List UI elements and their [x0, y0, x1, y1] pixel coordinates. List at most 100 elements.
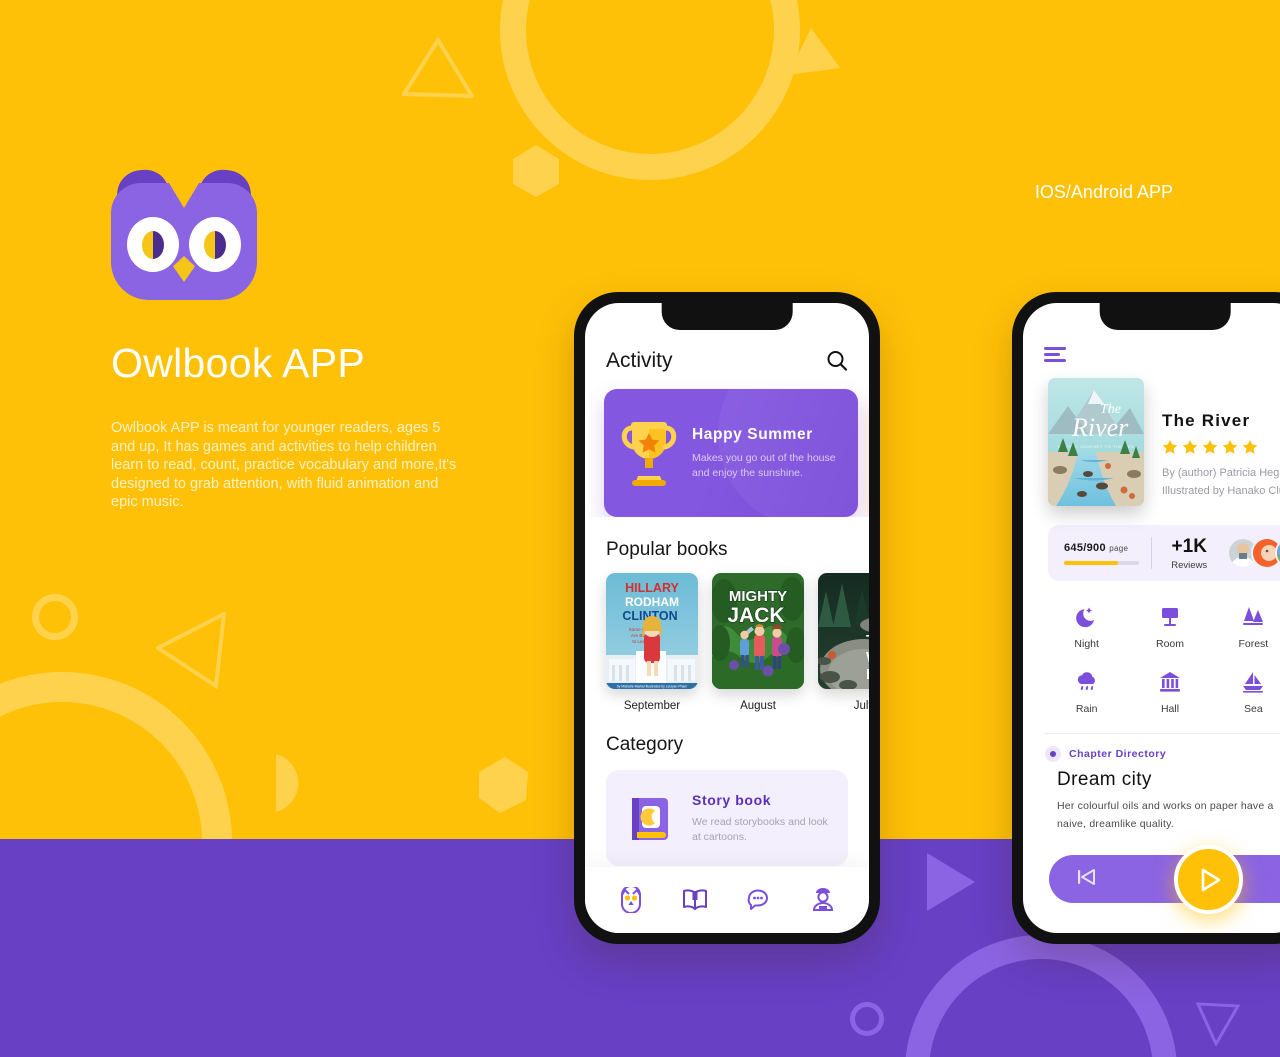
svg-text:THE: THE [866, 632, 869, 649]
poster-canvas: Owlbook APP Owlbook APP is meant for you… [0, 0, 1280, 1057]
open-book-icon[interactable] [682, 887, 708, 913]
deco-small-ring-purple [850, 1002, 884, 1036]
chapter-directory-label: Chapter Directory [1069, 748, 1167, 760]
mood-hall[interactable]: Hall [1128, 668, 1211, 715]
page-title: Owlbook APP [111, 340, 365, 386]
mood-label: Forest [1238, 638, 1269, 650]
book-cover-hillary[interactable]: HILLARY RODHAM CLINTON Some Girls Are Bo… [606, 573, 698, 689]
deco-triangle-outline-left [154, 610, 227, 690]
owl-icon[interactable] [618, 885, 644, 914]
mood-label: Night [1074, 638, 1099, 650]
search-icon[interactable] [826, 350, 848, 372]
deco-half-disc-top [700, 136, 746, 174]
book-illustrator: Illustrated by Hanako Clul [1162, 485, 1280, 497]
phone1-notch [661, 303, 793, 330]
mood-rain[interactable]: Rain [1045, 668, 1128, 715]
user-icon[interactable] [810, 887, 836, 913]
moon-icon [1045, 603, 1128, 631]
play-icon [1201, 868, 1220, 891]
phone2-screen: The River AN EPIC JOURNEY TO THE SEA The… [1023, 303, 1280, 933]
mood-label: Sea [1243, 703, 1263, 715]
activity-banner-carousel[interactable]: Happy Summer Makes you go out of the hou… [585, 373, 869, 517]
chapter-title: Dream city [1057, 769, 1152, 790]
page-unit: page [1109, 543, 1129, 553]
deco-hexagon-left [476, 756, 530, 814]
mood-sea[interactable]: Sea [1212, 668, 1280, 715]
progress-bar [1064, 560, 1139, 565]
mood-label: Room [1155, 638, 1184, 650]
banner-subtitle: Makes you go out of the house and enjoy … [692, 452, 836, 479]
book-caption: August [740, 700, 776, 712]
chat-bubble-icon[interactable] [746, 887, 772, 913]
skip-previous-icon[interactable] [1075, 866, 1097, 893]
book-cover-wild-robot[interactable]: THE WILD ROBOT [818, 573, 869, 689]
chapter-description: Her colourful oils and works on paper ha… [1057, 800, 1274, 830]
book-title: The River [1162, 411, 1251, 430]
deco-big-ring-top [500, 0, 800, 180]
deco-triangle-outline-purple [1195, 1002, 1241, 1048]
reading-stats-card: 645/900 page +1K Reviews [1048, 525, 1280, 581]
svg-text:River: River [1071, 413, 1129, 442]
banner-title: Happy Summer [692, 426, 813, 443]
phone1-screen: Activity Happy Summer Makes you go out o… [585, 303, 869, 933]
mood-night[interactable]: Night [1045, 603, 1128, 650]
category-card-story-book[interactable]: Story book We read storybooks and look a… [606, 770, 848, 866]
audio-player-bar[interactable] [1049, 855, 1280, 903]
list-item[interactable]: MIGHTY JACK August [712, 573, 804, 712]
mood-room[interactable]: Room [1128, 603, 1211, 650]
progress-bar-fill [1064, 560, 1118, 565]
rain-cloud-icon [1045, 668, 1128, 696]
reviews-stat[interactable]: +1K Reviews [1151, 536, 1227, 571]
chapter-directory-header[interactable]: Chapter Directory [1023, 734, 1280, 762]
play-button[interactable] [1174, 845, 1243, 914]
mood-label: Hall [1160, 703, 1180, 715]
story-book-icon [624, 792, 676, 844]
deco-triangle-purple [925, 851, 977, 913]
svg-text:HILLARY: HILLARY [625, 581, 679, 595]
book-cover-the-river[interactable]: The River AN EPIC JOURNEY TO THE SEA [1048, 378, 1144, 506]
list-item[interactable]: THE WILD ROBOT July [818, 573, 869, 712]
deco-half-disc-left [274, 754, 310, 814]
popular-books-list[interactable]: HILLARY RODHAM CLINTON Some Girls Are Bo… [585, 561, 869, 712]
svg-text:by Michelle Markel illustrate: by Michelle Markel illustrated by LeUyen… [617, 684, 688, 688]
phone-mockup-reader: The River AN EPIC JOURNEY TO THE SEA The… [1012, 292, 1280, 944]
hero-block: Owlbook APP Owlbook APP is meant for you… [111, 166, 531, 512]
svg-text:RODHAM: RODHAM [625, 595, 679, 609]
book-meta: The River By (author) Patricia Hegar Ill… [1144, 378, 1280, 506]
reviews-count: +1K [1171, 535, 1207, 557]
deco-big-ring-purple [905, 935, 1177, 1057]
bottom-tab-bar[interactable] [585, 867, 869, 933]
banner-happy-summer[interactable]: Happy Summer Makes you go out of the hou… [604, 389, 858, 517]
phone2-notch [1099, 303, 1231, 330]
book-detail-header: The River AN EPIC JOURNEY TO THE SEA The… [1023, 362, 1280, 506]
category-card-subtitle: We read storybooks and look at cartoons. [692, 815, 828, 843]
owl-logo [111, 166, 257, 300]
hamburger-menu-icon[interactable] [1044, 347, 1066, 362]
ambience-grid[interactable]: Night Room Forest Rain Hall Sea [1023, 603, 1280, 715]
app-description: Owlbook APP is meant for younger readers… [111, 420, 457, 510]
trophy-icon [618, 420, 680, 486]
mood-label: Rain [1075, 703, 1098, 715]
activity-title: Activity [606, 349, 673, 372]
owl-eye-left [127, 217, 179, 272]
owl-eye-right [189, 217, 241, 272]
deco-triangle-outline-top [400, 36, 476, 100]
book-caption: July [853, 700, 869, 712]
svg-text:ROBOT: ROBOT [866, 666, 869, 683]
lamp-icon [1128, 603, 1211, 631]
platform-label: IOS/Android APP [1034, 182, 1173, 202]
list-item[interactable]: HILLARY RODHAM CLINTON Some Girls Are Bo… [606, 573, 698, 712]
sailboat-icon [1212, 668, 1280, 696]
popular-books-title: Popular books [606, 539, 728, 560]
book-author: By (author) Patricia Hegar [1162, 467, 1280, 479]
svg-text:JACK: JACK [727, 604, 784, 627]
phone-mockup-activity: Activity Happy Summer Makes you go out o… [574, 292, 880, 944]
category-title: Category [606, 734, 684, 755]
category-card-title: Story book [692, 791, 772, 808]
deco-small-ring-left [32, 594, 78, 640]
deco-triangle-solid-top [786, 28, 842, 78]
reviewer-avatars[interactable] [1227, 537, 1280, 569]
mood-forest[interactable]: Forest [1212, 603, 1280, 650]
page-progress: 645/900 page [1048, 542, 1151, 565]
book-cover-mighty-jack[interactable]: MIGHTY JACK [712, 573, 804, 689]
